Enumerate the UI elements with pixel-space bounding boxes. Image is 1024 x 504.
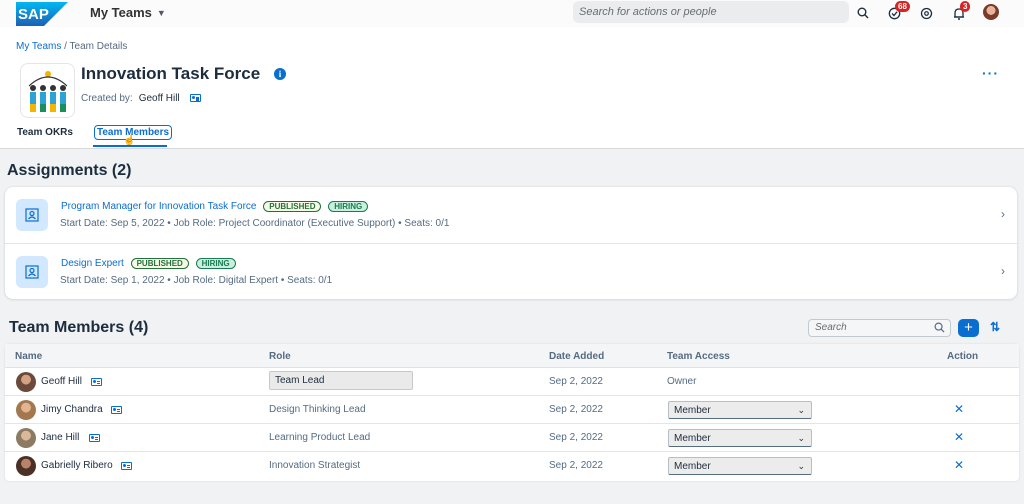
created-by-label: Created by: <box>81 93 133 104</box>
assignment-title-link[interactable]: Design Expert <box>61 258 124 269</box>
avatar <box>16 456 36 476</box>
member-name: Geoff Hill <box>41 376 82 387</box>
global-search-input[interactable]: Search for actions or people <box>573 1 849 23</box>
app-title: My Teams <box>90 5 152 20</box>
more-options-button[interactable]: ··· <box>982 65 999 81</box>
avatar <box>16 400 36 420</box>
assignment-title-row: Program Manager for Innovation Task Forc… <box>61 201 369 212</box>
remove-member-button[interactable]: ✕ <box>954 458 964 472</box>
notifications-button[interactable]: 3 <box>950 1 971 22</box>
column-header-date-added[interactable]: Date Added <box>549 351 604 362</box>
object-header: My Teams / Team Details Innovation Task … <box>0 27 1024 149</box>
contact-card-icon[interactable] <box>91 378 102 386</box>
team-access-select[interactable]: Member ⌄ <box>668 429 812 447</box>
tasks-button[interactable]: 68 <box>885 1 910 22</box>
assignment-title-row: Design Expert PUBLISHED HIRING <box>61 258 236 269</box>
assignment-item[interactable]: Design Expert PUBLISHED HIRING Start Dat… <box>5 243 1017 299</box>
remove-member-button[interactable]: ✕ <box>954 430 964 444</box>
assignment-details: Start Date: Sep 5, 2022 • Job Role: Proj… <box>60 218 450 229</box>
member-role: Learning Product Lead <box>269 432 371 443</box>
contact-card-icon[interactable] <box>89 434 100 442</box>
breadcrumb-current: Team Details <box>69 41 128 52</box>
hand-cursor-icon: ☝ <box>123 135 136 146</box>
team-access-value: Member <box>674 405 711 416</box>
contact-card-icon[interactable] <box>111 406 122 414</box>
members-table: Name Role Date Added Team Access Action … <box>5 344 1019 481</box>
page-title: Innovation Task Force <box>81 64 261 83</box>
user-avatar[interactable] <box>983 4 999 20</box>
notifications-badge: 3 <box>960 1 971 12</box>
member-name: Jane Hill <box>41 432 80 443</box>
chevron-down-icon: ⌄ <box>797 461 805 471</box>
caret-down-icon: ▼ <box>156 7 166 18</box>
table-row[interactable]: Jane Hill Learning Product Lead Sep 2, 2… <box>5 424 1019 452</box>
avatar <box>16 372 36 392</box>
chevron-right-icon[interactable]: › <box>1001 264 1005 278</box>
assignment-icon <box>16 256 48 288</box>
column-header-action[interactable]: Action <box>947 351 978 362</box>
team-image <box>20 63 75 118</box>
assignment-details: Start Date: Sep 1, 2022 • Job Role: Digi… <box>60 275 333 286</box>
assignments-list: Program Manager for Innovation Task Forc… <box>5 187 1017 299</box>
column-header-team-access[interactable]: Team Access <box>667 351 730 362</box>
date-added: Sep 2, 2022 <box>549 432 603 443</box>
support-icon <box>920 7 932 19</box>
created-by: Created by: Geoff Hill <box>81 93 202 104</box>
assignment-title-link[interactable]: Program Manager for Innovation Task Forc… <box>61 201 256 212</box>
team-access-value: Member <box>674 461 711 472</box>
table-row[interactable]: Gabrielly Ribero Innovation Strategist S… <box>5 452 1019 480</box>
date-added: Sep 2, 2022 <box>549 460 603 471</box>
tasks-badge: 68 <box>895 1 910 12</box>
tab-team-okrs[interactable]: Team OKRs <box>17 127 73 138</box>
status-badge: HIRING <box>328 201 369 212</box>
chevron-down-icon: ⌄ <box>797 433 805 443</box>
team-access-select[interactable]: Member ⌄ <box>668 401 812 419</box>
breadcrumb: My Teams / Team Details <box>16 41 127 52</box>
contact-card-icon[interactable] <box>190 94 202 103</box>
assignment-icon <box>16 199 48 231</box>
member-role: Design Thinking Lead <box>269 404 366 415</box>
members-search-input[interactable]: Search <box>808 319 951 337</box>
role-input[interactable]: Team Lead <box>269 371 413 390</box>
shell-bar: SAP My Teams ▼ Search for actions or peo… <box>0 0 1024 27</box>
table-row[interactable]: Geoff Hill Team Lead Sep 2, 2022 Owner <box>5 368 1019 396</box>
team-access: Owner <box>667 376 697 387</box>
table-row[interactable]: Jimy Chandra Design Thinking Lead Sep 2,… <box>5 396 1019 424</box>
breadcrumb-separator: / <box>61 41 70 52</box>
table-header: Name Role Date Added Team Access Action <box>5 344 1019 368</box>
breadcrumb-link-my-teams[interactable]: My Teams <box>16 41 61 52</box>
assignments-title: Assignments (2) <box>7 162 132 179</box>
members-search-placeholder: Search <box>815 322 847 333</box>
help-button[interactable] <box>917 4 935 22</box>
app-title-menu[interactable]: My Teams ▼ <box>90 5 166 20</box>
chevron-right-icon[interactable]: › <box>1001 207 1005 221</box>
contact-card-icon[interactable] <box>121 462 132 470</box>
team-members-title: Team Members (4) <box>9 319 149 336</box>
sap-logo[interactable]: SAP <box>16 2 68 26</box>
date-added: Sep 2, 2022 <box>549 376 603 387</box>
add-member-button[interactable]: + <box>958 319 979 337</box>
member-role: Innovation Strategist <box>269 460 361 471</box>
status-badge: HIRING <box>195 258 236 269</box>
member-name: Jimy Chandra <box>41 404 103 415</box>
team-access-value: Member <box>674 433 711 444</box>
sort-icon[interactable]: ⇅ <box>990 320 1000 334</box>
search-icon[interactable] <box>934 322 945 333</box>
column-header-role[interactable]: Role <box>269 351 291 362</box>
chevron-down-icon: ⌄ <box>797 405 805 415</box>
created-by-name: Geoff Hill <box>138 93 180 104</box>
column-header-name[interactable]: Name <box>15 351 42 362</box>
assignment-item[interactable]: Program Manager for Innovation Task Forc… <box>5 187 1017 243</box>
svg-text:SAP: SAP <box>18 6 49 23</box>
team-access-select[interactable]: Member ⌄ <box>668 457 812 475</box>
date-added: Sep 2, 2022 <box>549 404 603 415</box>
search-icon[interactable] <box>854 4 872 22</box>
status-badge: PUBLISHED <box>130 258 189 269</box>
member-name: Gabrielly Ribero <box>41 460 113 471</box>
info-icon[interactable]: i <box>274 68 286 80</box>
remove-member-button[interactable]: ✕ <box>954 402 964 416</box>
avatar <box>16 428 36 448</box>
status-badge: PUBLISHED <box>263 201 322 212</box>
